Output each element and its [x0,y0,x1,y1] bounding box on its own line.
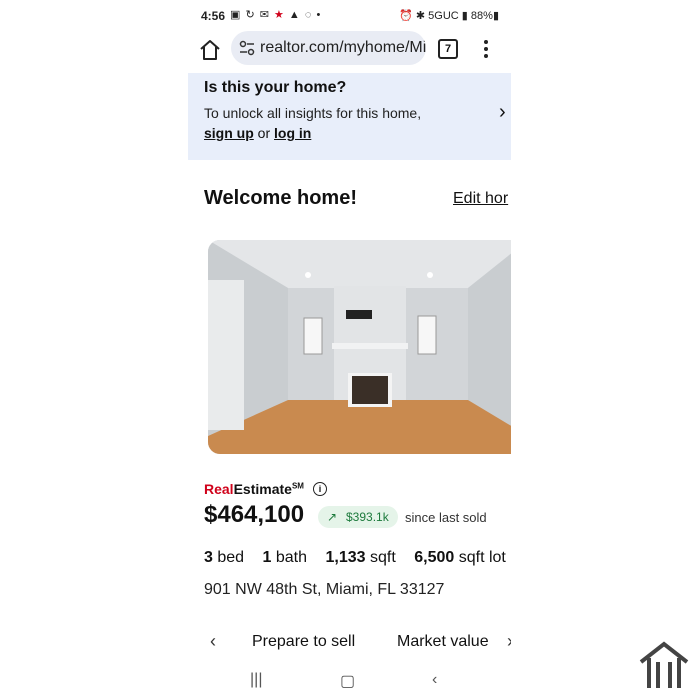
beds-label: bed [217,549,245,566]
page-title: Welcome home! [204,187,357,209]
tab-prepare-to-sell[interactable]: Prepare to sell [252,633,355,651]
home-facts: 3 bed 1 bath 1,133 sqft 6,500 sqft lot [204,549,506,567]
tab-market-value[interactable]: Market value [397,633,489,651]
baths-label: bath [275,549,308,566]
lot-value: 6,500 [414,549,455,566]
url-text[interactable]: realtor.com/myhome/Mi [260,39,426,57]
site-settings-icon[interactable] [239,40,255,56]
chevron-left-icon[interactable]: ‹ [210,631,216,652]
sqft-value: 1,133 [325,549,366,566]
chevron-right-icon[interactable]: › [499,101,506,124]
estimate-price: $464,100 [204,501,305,528]
home-photo[interactable] [208,240,511,454]
log-in-link[interactable]: log in [274,125,311,141]
home-nav-icon[interactable]: ▢ [340,671,355,691]
status-bar: 4:56 ▣ ↻ ✉ ★ ▲ ◌ • ⏰ ✱ 5GUC ▮ 88%▮ [188,0,511,30]
phone-screen: 4:56 ▣ ↻ ✉ ★ ▲ ◌ • ⏰ ✱ 5GUC ▮ 88%▮ realt… [188,0,511,700]
baths-value: 1 [262,549,272,566]
living-room-image [208,240,511,454]
home-address: 901 NW 48th St, Miami, FL 33127 [204,581,445,598]
lot-label: sqft lot [458,549,506,566]
status-time: 4:56 [201,9,226,23]
back-nav-icon[interactable]: ‹ [432,671,437,689]
info-icon[interactable]: i [313,482,327,496]
notification-icons: ▣ ↻ ✉ ★ ▲ ◌ • [230,9,322,21]
network-label: 5GUC [428,10,459,22]
claim-home-banner[interactable]: Is this your home? To unlock all insight… [188,73,511,160]
house-logo-icon [639,641,689,688]
sign-up-link[interactable]: sign up [204,125,254,141]
banner-text: To unlock all insights for this home, [204,105,422,121]
tab-switcher-button[interactable]: 7 [438,39,458,59]
system-nav-bar: ||| ▢ ‹ [188,665,511,700]
battery-label: 88% [470,10,493,22]
banner-title: Is this your home? [204,79,347,96]
beds-value: 3 [204,549,213,566]
banner-links: sign up or log in [204,125,311,141]
edit-home-link[interactable]: Edit hor [453,190,508,208]
banner-or: or [257,125,271,141]
home-icon[interactable] [198,38,222,62]
value-change-badge: ↗ $393.1k [318,506,398,528]
browser-toolbar: realtor.com/myhome/Mi 7 [188,30,511,72]
brand-sup: SM [291,481,304,491]
trend-up-icon: ↗ [327,510,338,524]
more-menu-icon[interactable] [483,38,489,60]
brand-red: Real [204,481,234,497]
status-right: ⏰ ✱ 5GUC ▮ 88%▮ [399,10,499,22]
recent-apps-icon[interactable]: ||| [250,671,262,689]
chevron-right-icon[interactable]: › [507,631,511,652]
since-label: since last sold [405,510,487,525]
brand-black: Estimate [233,481,292,497]
realestimate-brand: RealEstimateSM [204,481,304,497]
section-tabs: ‹ Prepare to sell Market value › [188,625,511,659]
sqft-label: sqft [369,549,396,566]
address-bar[interactable]: realtor.com/myhome/Mi [231,31,426,65]
value-change: $393.1k [346,510,389,524]
